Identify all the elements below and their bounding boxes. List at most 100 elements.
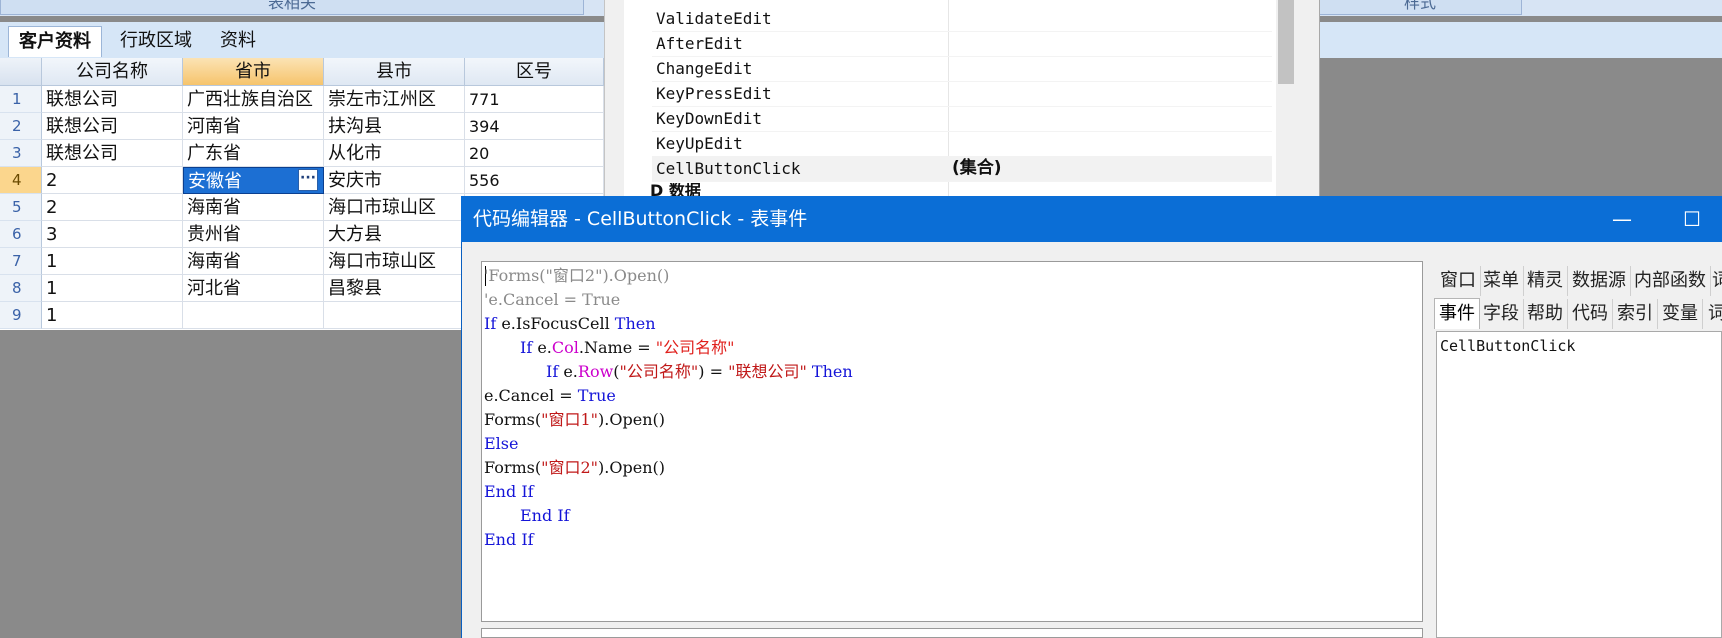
- code-line: Else: [484, 434, 519, 453]
- code-line: Forms("窗口1").Open(): [484, 410, 665, 429]
- property-scroll-thumb[interactable]: [1278, 0, 1294, 84]
- grid-cell[interactable]: 1: [42, 248, 183, 275]
- row-header[interactable]: 9: [0, 302, 42, 329]
- grid-cell[interactable]: 昌黎县: [324, 275, 465, 302]
- column-header-company[interactable]: 公司名称: [42, 58, 183, 86]
- grid-cell[interactable]: 海口市琼山区: [324, 194, 465, 221]
- grid-cell[interactable]: 海南省: [183, 248, 324, 275]
- property-row[interactable]: KeyPressEdit: [652, 81, 1272, 107]
- grid-cell[interactable]: 海口市琼山区: [324, 248, 465, 275]
- tab-variables[interactable]: 变量: [1658, 299, 1703, 329]
- grid-cell[interactable]: 河南省: [183, 113, 324, 140]
- column-header-province[interactable]: 省市: [183, 58, 324, 86]
- tab-data[interactable]: 资料: [210, 26, 266, 56]
- row-header[interactable]: 2: [0, 113, 42, 140]
- property-name: AfterEdit: [656, 34, 743, 53]
- column-header-county[interactable]: 县市: [324, 58, 465, 86]
- row-header[interactable]: 3: [0, 140, 42, 167]
- grid-cell[interactable]: 2: [42, 194, 183, 221]
- cell-ellipsis-button[interactable]: ···: [298, 169, 318, 191]
- tab-more[interactable]: 词: [1708, 266, 1722, 296]
- minimize-button[interactable]: —: [1592, 196, 1652, 242]
- grid-cell[interactable]: 安庆市: [324, 167, 465, 194]
- minimize-icon: —: [1612, 207, 1632, 231]
- property-value[interactable]: (集合): [952, 156, 1002, 181]
- grid-cell[interactable]: 广西壮族自治区: [183, 86, 324, 113]
- code-line: If e.Col.Name = "公司名称": [520, 338, 735, 357]
- grid-cell[interactable]: 2: [42, 167, 183, 194]
- ribbon-button-table[interactable]: 表相关: [0, 0, 584, 15]
- grid-cell[interactable]: 崇左市江州区: [324, 86, 465, 113]
- grid-cell[interactable]: 3: [42, 221, 183, 248]
- tab-datasource[interactable]: 数据源: [1568, 266, 1631, 296]
- grid-cell[interactable]: 从化市: [324, 140, 465, 167]
- tab-more-2[interactable]: 词: [1704, 299, 1722, 329]
- grid-cell[interactable]: 联想公司: [42, 86, 183, 113]
- grid-cell[interactable]: 394: [465, 113, 604, 140]
- grid-cell[interactable]: 海南省: [183, 194, 324, 221]
- grid-corner[interactable]: [0, 58, 42, 86]
- code-line: End If: [484, 530, 534, 549]
- property-row[interactable]: AfterEdit: [652, 31, 1272, 57]
- property-name: ChangeEdit: [656, 59, 753, 78]
- grid-cell[interactable]: 河北省: [183, 275, 324, 302]
- ribbon-button-style[interactable]: 样式: [1318, 0, 1522, 15]
- grid-cell[interactable]: 1: [42, 302, 183, 329]
- row-header-current[interactable]: 4: [0, 167, 42, 194]
- code-lines: 'Forms("窗口2").Open() 'e.Cancel = True If…: [484, 264, 1414, 552]
- grid-cell[interactable]: 联想公司: [42, 113, 183, 140]
- property-category[interactable]: D 数据: [650, 183, 701, 196]
- property-name: CellButtonClick: [656, 159, 801, 178]
- list-item[interactable]: CellButtonClick: [1440, 334, 1575, 358]
- row-header[interactable]: 8: [0, 275, 42, 302]
- code-line: e.Cancel = True: [484, 386, 616, 405]
- tab-menu[interactable]: 菜单: [1479, 266, 1524, 296]
- tab-code[interactable]: 代码: [1568, 299, 1613, 329]
- tab-fields[interactable]: 字段: [1479, 299, 1524, 329]
- output-panel[interactable]: [481, 628, 1423, 638]
- tab-admin-region[interactable]: 行政区域: [110, 26, 202, 56]
- grid-cell[interactable]: 1: [42, 275, 183, 302]
- tab-window[interactable]: 窗口: [1436, 266, 1481, 296]
- property-row[interactable]: KeyUpEdit: [652, 131, 1272, 157]
- code-line: 'e.Cancel = True: [484, 290, 621, 309]
- property-name: KeyPressEdit: [656, 84, 772, 103]
- tab-builtin-functions[interactable]: 内部函数: [1630, 266, 1711, 296]
- code-line: If e.IsFocusCell Then: [484, 314, 656, 333]
- tab-index[interactable]: 索引: [1613, 299, 1658, 329]
- maximize-button[interactable]: ☐: [1662, 196, 1722, 242]
- grid-cell[interactable]: [183, 302, 324, 329]
- grid-cell[interactable]: 556: [465, 167, 604, 194]
- row-header[interactable]: 5: [0, 194, 42, 221]
- property-row[interactable]: ChangeEdit: [652, 56, 1272, 82]
- grid-cell[interactable]: 联想公司: [42, 140, 183, 167]
- property-name: KeyUpEdit: [656, 134, 743, 153]
- ribbon-button-label: 样式: [1403, 0, 1436, 12]
- grid-cell[interactable]: 20: [465, 140, 604, 167]
- code-line: End If: [484, 482, 534, 501]
- code-line: If e.Row("公司名称") = "联想公司" Then: [546, 362, 853, 381]
- ribbon-button-label: 表相关: [267, 0, 316, 12]
- grid-cell[interactable]: 大方县: [324, 221, 465, 248]
- grid-cell[interactable]: 771: [465, 86, 604, 113]
- column-header-area-code[interactable]: 区号: [465, 58, 604, 86]
- code-line: 'Forms("窗口2").Open(): [484, 266, 670, 285]
- maximize-icon: ☐: [1683, 207, 1701, 231]
- row-header[interactable]: 7: [0, 248, 42, 275]
- code-line: End If: [520, 506, 570, 525]
- event-list[interactable]: [1436, 331, 1722, 638]
- grid-cell[interactable]: 广东省: [183, 140, 324, 167]
- tab-wizard[interactable]: 精灵: [1523, 266, 1568, 296]
- row-header[interactable]: 6: [0, 221, 42, 248]
- tab-events[interactable]: 事件: [1434, 298, 1480, 329]
- property-row-cellbuttonclick[interactable]: CellButtonClick (集合): [652, 156, 1272, 182]
- grid-cell[interactable]: 扶沟县: [324, 113, 465, 140]
- tab-customer-data[interactable]: 客户资料: [8, 26, 102, 57]
- row-header[interactable]: 1: [0, 86, 42, 113]
- property-row[interactable]: ValidateEdit: [652, 6, 1272, 32]
- tab-help[interactable]: 帮助: [1523, 299, 1568, 329]
- grid-cell[interactable]: 贵州省: [183, 221, 324, 248]
- tab-bar-right: [1318, 22, 1722, 58]
- grid-cell[interactable]: [324, 302, 465, 329]
- property-row[interactable]: KeyDownEdit: [652, 106, 1272, 132]
